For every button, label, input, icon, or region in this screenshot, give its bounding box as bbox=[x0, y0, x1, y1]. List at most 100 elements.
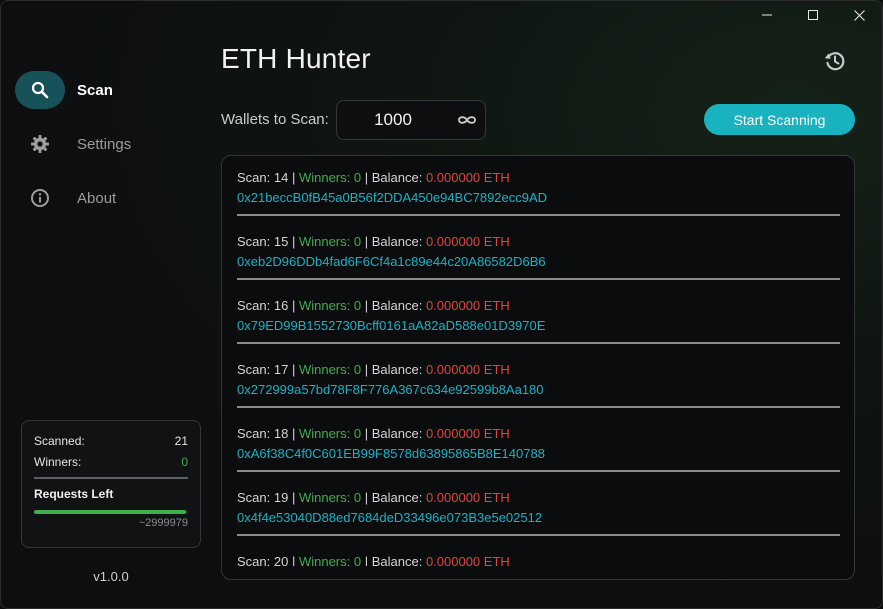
scan-number: 18 bbox=[273, 426, 289, 441]
scan-entry: Scan: 20 | Winners: 0 | Balance: 0.00000… bbox=[237, 554, 840, 566]
sidebar-item-label: About bbox=[77, 189, 117, 207]
scan-number: 16 bbox=[273, 298, 289, 313]
scan-label: Scan: bbox=[237, 490, 271, 505]
scan-number: 19 bbox=[273, 490, 289, 505]
stats-divider bbox=[34, 477, 188, 479]
scan-number: 20 bbox=[273, 554, 289, 566]
scan-summary: Scan: 14 | Winners: 0 | Balance: 0.00000… bbox=[237, 170, 840, 186]
requests-progress-fill bbox=[34, 510, 187, 514]
separator: | bbox=[361, 554, 372, 566]
scan-label: Scan: bbox=[237, 426, 271, 441]
balance-value: 0.000000 ETH bbox=[425, 298, 510, 313]
winners-label: Winners: bbox=[298, 426, 351, 441]
stats-card: Scanned: 21 Winners: 0 Requests Left ~29… bbox=[21, 420, 201, 548]
scanned-value: 21 bbox=[174, 434, 188, 448]
winners-value: 0 bbox=[181, 455, 188, 469]
sidebar: Scan Settings About Scanned: 21 Winners:… bbox=[1, 1, 211, 608]
balance-label: Balance: bbox=[371, 426, 423, 441]
scan-results-list: Scan: 14 | Winners: 0 | Balance: 0.00000… bbox=[237, 170, 840, 566]
balance-label: Balance: bbox=[371, 298, 423, 313]
sidebar-item-scan[interactable]: Scan bbox=[15, 71, 195, 109]
scan-entry: Scan: 19 | Winners: 0 | Balance: 0.00000… bbox=[237, 490, 840, 554]
divider bbox=[237, 534, 840, 536]
balance-label: Balance: bbox=[371, 234, 423, 249]
maximize-button[interactable] bbox=[790, 1, 836, 29]
separator: | bbox=[288, 170, 299, 185]
wallet-address[interactable]: 0x21beccB0fB45a0B56f2DDA450e94BC7892ecc9… bbox=[237, 190, 840, 206]
gear-icon bbox=[15, 125, 65, 163]
minimize-icon bbox=[762, 14, 772, 16]
scan-summary: Scan: 17 | Winners: 0 | Balance: 0.00000… bbox=[237, 362, 840, 378]
balance-label: Balance: bbox=[371, 490, 423, 505]
scan-entry: Scan: 17 | Winners: 0 | Balance: 0.00000… bbox=[237, 362, 840, 426]
balance-label: Balance: bbox=[371, 554, 423, 566]
winners-label: Winners: bbox=[298, 170, 351, 185]
divider bbox=[237, 342, 840, 344]
divider bbox=[237, 214, 840, 216]
balance-value: 0.000000 ETH bbox=[425, 234, 510, 249]
separator: | bbox=[361, 362, 372, 377]
scan-label: Scan: bbox=[237, 234, 271, 249]
scan-label: Scan: bbox=[237, 298, 271, 313]
scanned-row: Scanned: 21 bbox=[34, 433, 188, 454]
scan-summary: Scan: 15 | Winners: 0 | Balance: 0.00000… bbox=[237, 234, 840, 250]
separator: | bbox=[361, 170, 372, 185]
wallet-address[interactable]: 0xeb2D96DDb4fad6F6Cf4a1c89e44c20A86582D6… bbox=[237, 254, 840, 270]
divider bbox=[237, 406, 840, 408]
scan-summary: Scan: 18 | Winners: 0 | Balance: 0.00000… bbox=[237, 426, 840, 442]
scan-summary: Scan: 16 | Winners: 0 | Balance: 0.00000… bbox=[237, 298, 840, 314]
balance-value: 0.000000 ETH bbox=[425, 362, 510, 377]
separator: | bbox=[361, 234, 372, 249]
balance-label: Balance: bbox=[371, 170, 423, 185]
wallets-to-scan-input[interactable] bbox=[337, 101, 449, 139]
history-button[interactable] bbox=[821, 47, 849, 75]
winners-label: Winners: bbox=[298, 298, 351, 313]
window-controls bbox=[744, 1, 882, 29]
wallet-address[interactable]: 0x4f4e53040D88ed7684deD33496e073B3e5e025… bbox=[237, 510, 840, 526]
scan-summary: Scan: 20 | Winners: 0 | Balance: 0.00000… bbox=[237, 554, 840, 566]
requests-left-label: Requests Left bbox=[34, 487, 114, 501]
scan-entry: Scan: 18 | Winners: 0 | Balance: 0.00000… bbox=[237, 426, 840, 490]
sidebar-item-label: Settings bbox=[77, 135, 132, 153]
separator: | bbox=[288, 490, 299, 505]
scan-label: Scan: bbox=[237, 170, 271, 185]
scan-label: Scan: bbox=[237, 362, 271, 377]
sidebar-item-about[interactable]: About bbox=[15, 179, 195, 217]
wallets-to-scan-field bbox=[336, 100, 486, 140]
scan-summary: Scan: 19 | Winners: 0 | Balance: 0.00000… bbox=[237, 490, 840, 506]
separator: | bbox=[361, 298, 372, 313]
separator: | bbox=[288, 362, 299, 377]
scan-label: Scan: bbox=[237, 554, 271, 566]
separator: | bbox=[361, 490, 372, 505]
info-icon bbox=[15, 179, 65, 217]
scan-number: 17 bbox=[273, 362, 289, 377]
divider bbox=[237, 470, 840, 472]
scan-entry: Scan: 15 | Winners: 0 | Balance: 0.00000… bbox=[237, 234, 840, 298]
history-icon bbox=[824, 52, 845, 71]
balance-value: 0.000000 ETH bbox=[425, 554, 510, 566]
winners-label: Winners: bbox=[34, 455, 82, 469]
wallets-to-scan-label: Wallets to Scan: bbox=[221, 111, 329, 128]
balance-value: 0.000000 ETH bbox=[425, 490, 510, 505]
infinity-icon bbox=[458, 116, 476, 124]
wallet-address[interactable]: 0x79ED99B1552730Bcff0161aA82aD588e01D397… bbox=[237, 318, 840, 334]
infinity-button[interactable] bbox=[449, 101, 485, 139]
balance-value: 0.000000 ETH bbox=[425, 170, 510, 185]
scan-results-panel[interactable]: Scan: 14 | Winners: 0 | Balance: 0.00000… bbox=[221, 155, 855, 580]
winners-row: Winners: 0 bbox=[34, 454, 188, 475]
minimize-button[interactable] bbox=[744, 1, 790, 29]
sidebar-item-settings[interactable]: Settings bbox=[15, 125, 195, 163]
maximize-icon bbox=[808, 10, 818, 20]
scan-number: 15 bbox=[273, 234, 289, 249]
wallet-address[interactable]: 0x272999a57bd78F8F776A367c634e92599b8Aa1… bbox=[237, 382, 840, 398]
winners-label: Winners: bbox=[298, 362, 351, 377]
winners-label: Winners: bbox=[298, 490, 351, 505]
search-icon bbox=[15, 71, 65, 109]
wallet-address[interactable]: 0xA6f38C4f0C601EB99F8578d63895865B8E1407… bbox=[237, 446, 840, 462]
separator: | bbox=[288, 298, 299, 313]
divider bbox=[237, 278, 840, 280]
scan-entry: Scan: 16 | Winners: 0 | Balance: 0.00000… bbox=[237, 298, 840, 362]
start-scanning-button[interactable]: Start Scanning bbox=[704, 104, 855, 135]
close-button[interactable] bbox=[836, 1, 882, 29]
scanned-label: Scanned: bbox=[34, 434, 85, 448]
